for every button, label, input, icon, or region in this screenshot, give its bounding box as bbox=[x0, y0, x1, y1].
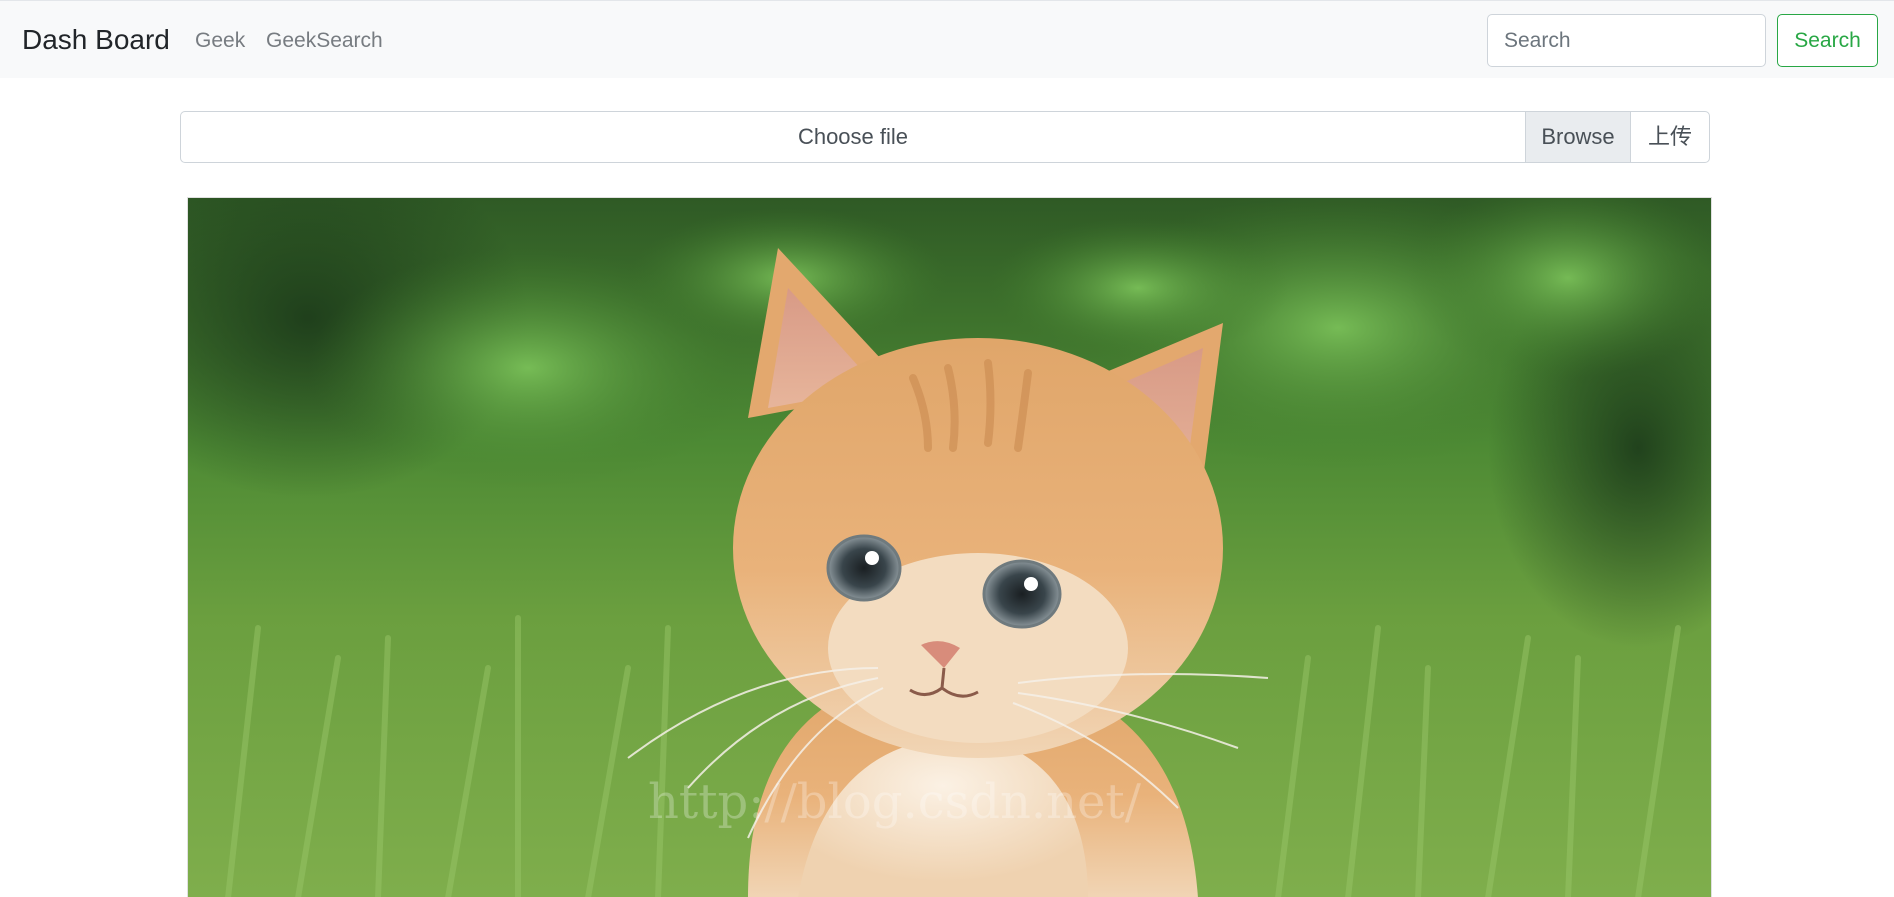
kitten-image: http://blog.csdn.net/ bbox=[188, 198, 1711, 897]
top-navbar: Dash Board Geek GeekSearch Search bbox=[0, 0, 1894, 78]
search-button[interactable]: Search bbox=[1777, 14, 1878, 67]
upload-button[interactable]: 上传 bbox=[1630, 111, 1710, 163]
file-upload-group: Choose file Browse 上传 bbox=[180, 111, 1710, 163]
uploaded-image: http://blog.csdn.net/ bbox=[187, 197, 1712, 897]
file-chooser[interactable]: Choose file bbox=[180, 111, 1525, 163]
image-watermark: http://blog.csdn.net/ bbox=[648, 774, 1142, 830]
nav-link-geeksearch[interactable]: GeekSearch bbox=[266, 28, 383, 54]
nav-link-geek[interactable]: Geek bbox=[195, 28, 245, 54]
search-input[interactable] bbox=[1487, 14, 1766, 67]
brand-link[interactable]: Dash Board bbox=[22, 23, 170, 57]
browse-button[interactable]: Browse bbox=[1525, 111, 1631, 163]
